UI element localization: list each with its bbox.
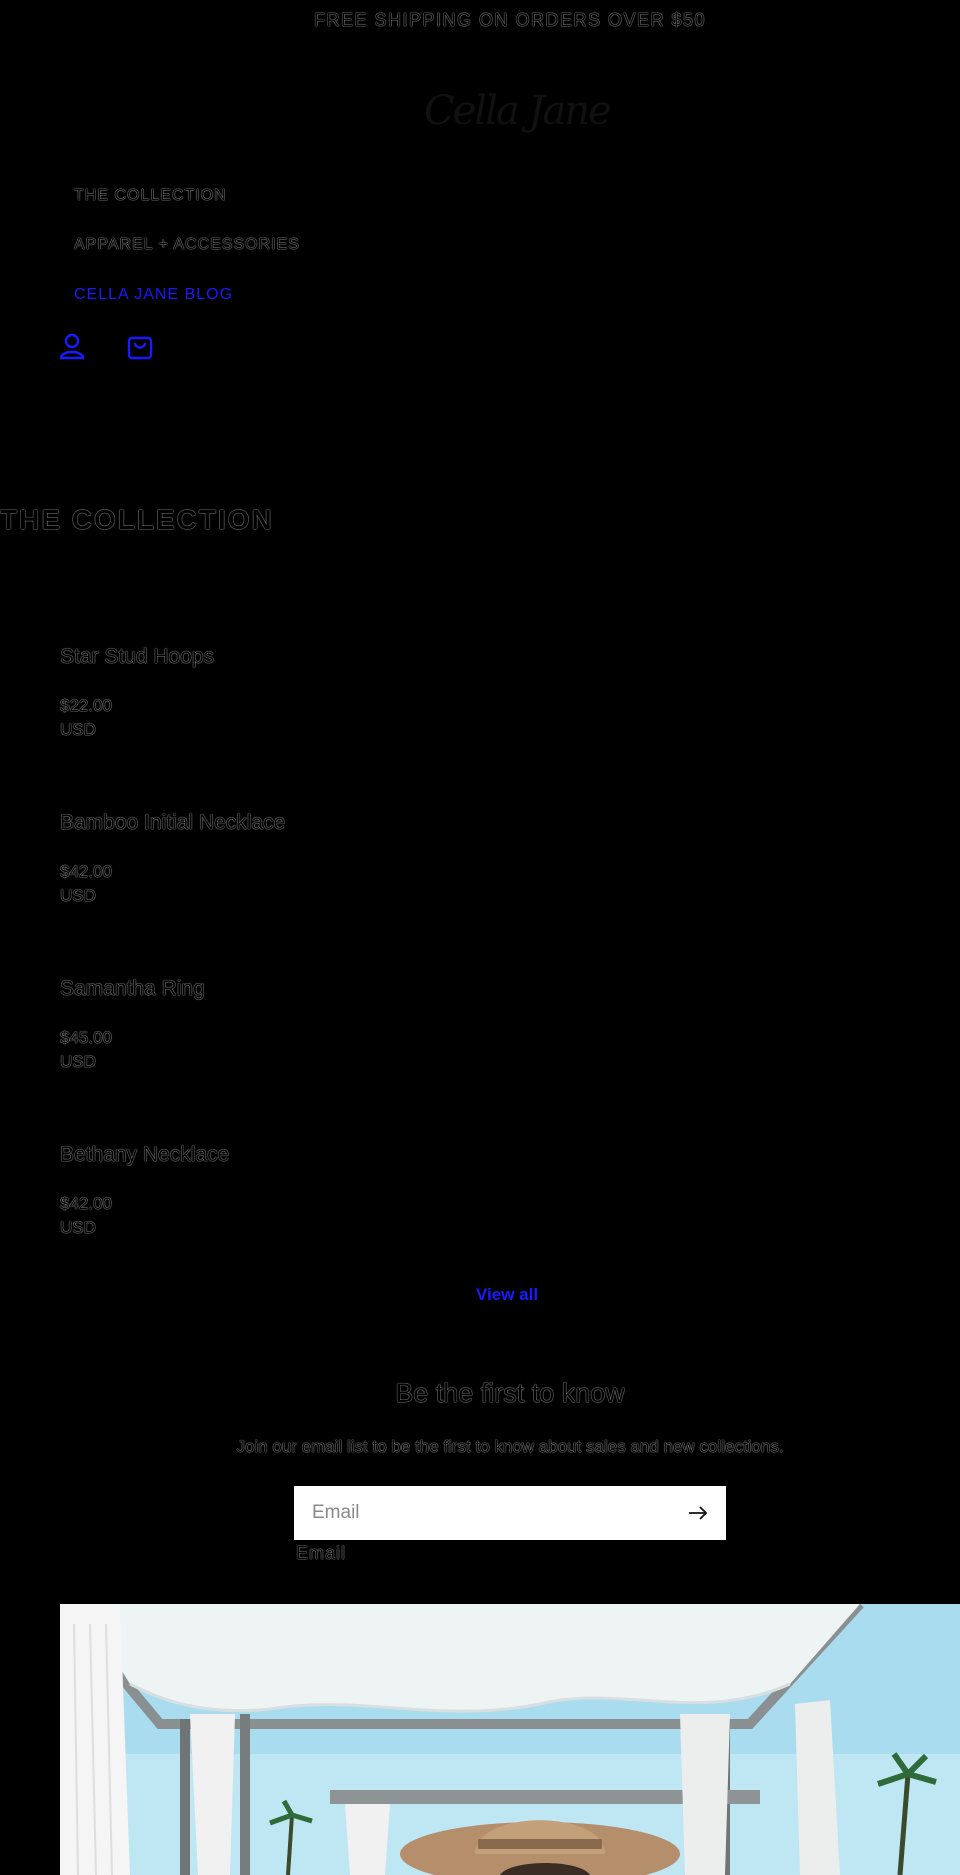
product-price: $45.00 USD bbox=[60, 1026, 112, 1074]
view-all-link[interactable]: View all bbox=[476, 1285, 538, 1305]
brand-logo[interactable]: Cella Jane bbox=[424, 88, 612, 134]
price-currency: USD bbox=[60, 1052, 96, 1071]
nav-item-blog[interactable]: CELLA JANE BLOG bbox=[74, 286, 233, 304]
email-label: Email bbox=[296, 1543, 347, 1563]
product-name[interactable]: Bethany Necklace bbox=[60, 1143, 229, 1167]
nav-item-the-collection[interactable]: THE COLLECTION bbox=[74, 187, 227, 205]
price-currency: USD bbox=[60, 720, 96, 739]
product-price: $22.00 USD bbox=[60, 694, 112, 742]
product-name[interactable]: Bamboo Initial Necklace bbox=[60, 811, 285, 835]
section-title: THE COLLECTION bbox=[0, 504, 274, 535]
lifestyle-image bbox=[60, 1604, 960, 1875]
newsletter-subtitle: Join our email list to be the first to k… bbox=[236, 1437, 784, 1456]
announcement-bar: FREE SHIPPING ON ORDERS OVER $50 bbox=[313, 10, 707, 30]
price-currency: USD bbox=[60, 886, 96, 905]
product-price: $42.00 USD bbox=[60, 1192, 112, 1240]
product-name[interactable]: Samantha Ring bbox=[60, 977, 205, 1001]
email-input[interactable] bbox=[294, 1486, 674, 1540]
cart-icon[interactable] bbox=[125, 332, 155, 362]
price-amount: $42.00 bbox=[60, 862, 112, 881]
account-icon[interactable] bbox=[58, 332, 88, 362]
price-amount: $22.00 bbox=[60, 696, 112, 715]
nav-item-apparel-accessories[interactable]: APPAREL + ACCESSORIES bbox=[74, 236, 300, 254]
product-price: $42.00 USD bbox=[60, 860, 112, 908]
price-amount: $45.00 bbox=[60, 1028, 112, 1047]
newsletter-title: Be the first to know bbox=[395, 1378, 625, 1408]
arrow-right-icon[interactable] bbox=[684, 1499, 712, 1527]
price-amount: $42.00 bbox=[60, 1194, 112, 1213]
price-currency: USD bbox=[60, 1218, 96, 1237]
product-name[interactable]: Star Stud Hoops bbox=[60, 645, 214, 669]
email-form bbox=[294, 1486, 726, 1540]
